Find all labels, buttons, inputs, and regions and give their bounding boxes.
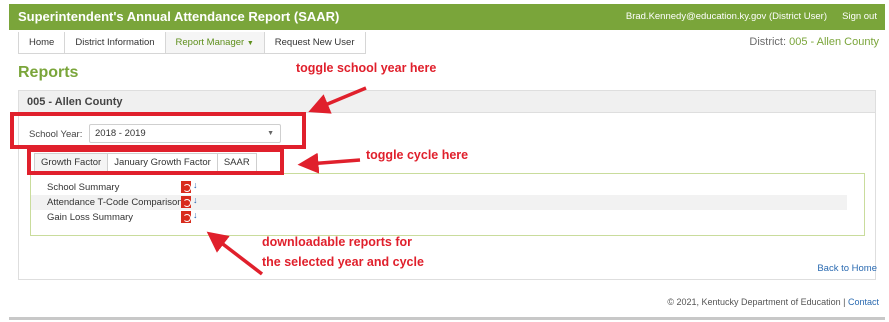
arrow-to-cycle-tabs <box>297 152 361 174</box>
arrow-to-school-year <box>308 86 367 114</box>
arrow-to-reports <box>206 231 264 276</box>
annotation-arrows <box>206 86 367 276</box>
